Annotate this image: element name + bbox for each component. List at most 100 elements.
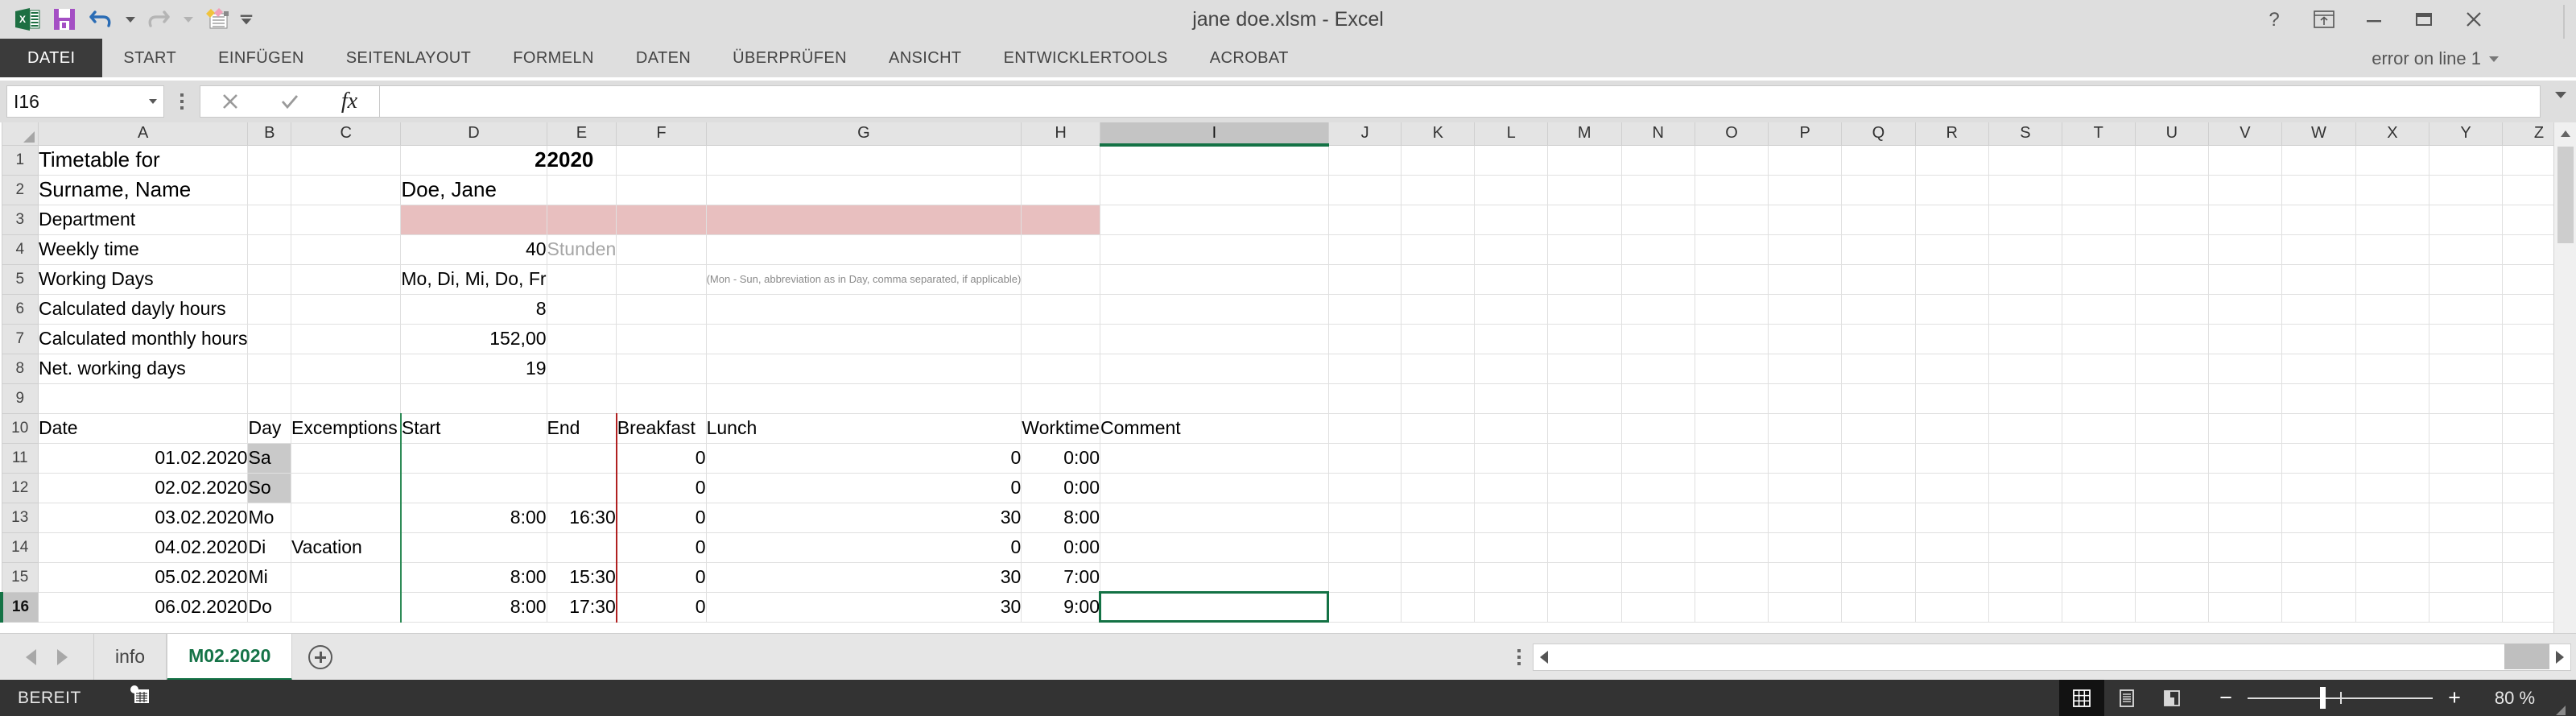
cell-u2[interactable] (2135, 175, 2209, 205)
cell-c11[interactable] (291, 443, 402, 474)
cell-t9[interactable] (2062, 383, 2136, 414)
cell-y4[interactable] (2429, 234, 2504, 265)
ribbon-tab-entwicklertools[interactable]: ENTWICKLERTOOLS (983, 39, 1189, 77)
cell-l13[interactable] (1474, 503, 1548, 533)
cell-h16[interactable]: 9:00 (1021, 592, 1100, 623)
cell-q11[interactable] (1841, 443, 1916, 474)
cell-d16[interactable]: 8:00 (399, 592, 547, 623)
cell-c6[interactable] (291, 294, 402, 325)
cell-h1[interactable] (1021, 145, 1100, 176)
cell-s9[interactable] (1988, 383, 2062, 414)
cell-u10[interactable] (2135, 413, 2209, 444)
cell-y12[interactable] (2429, 473, 2504, 503)
cell-e6[interactable] (547, 294, 617, 325)
cell-h12[interactable]: 0:00 (1021, 473, 1100, 503)
minimize-icon[interactable] (2349, 0, 2399, 39)
cell-j5[interactable] (1328, 264, 1402, 295)
cell-x8[interactable] (2355, 354, 2429, 384)
cell-m4[interactable] (1547, 234, 1622, 265)
cell-o4[interactable] (1695, 234, 1769, 265)
row-header-13[interactable]: 13 (1, 502, 39, 533)
cell-k8[interactable] (1401, 354, 1476, 384)
cell-i16[interactable] (1099, 591, 1330, 623)
cell-v2[interactable] (2208, 175, 2282, 205)
next-sheet-icon[interactable] (57, 648, 68, 665)
cell-h3[interactable] (1021, 205, 1100, 235)
cell-y9[interactable] (2429, 383, 2504, 414)
cell-g13[interactable]: 30 (706, 503, 1022, 533)
cell-q14[interactable] (1841, 532, 1916, 563)
cell-s10[interactable] (1988, 413, 2062, 444)
cell-l11[interactable] (1474, 443, 1548, 474)
cell-e8[interactable] (547, 354, 617, 384)
cell-s12[interactable] (1988, 473, 2062, 503)
cell-h15[interactable]: 7:00 (1021, 562, 1100, 593)
cell-s6[interactable] (1988, 294, 2062, 325)
cell-v5[interactable] (2208, 264, 2282, 295)
cell-d7[interactable]: 152,00 (400, 324, 547, 354)
cell-n9[interactable] (1621, 383, 1695, 414)
ribbon-tab-datei[interactable]: DATEI (0, 39, 103, 77)
cell-p2[interactable] (1768, 175, 1843, 205)
cell-b5[interactable] (247, 264, 292, 295)
cell-q7[interactable] (1841, 324, 1916, 354)
cell-g11[interactable]: 0 (706, 443, 1022, 474)
cell-g6[interactable] (706, 294, 1022, 325)
cell-r2[interactable] (1915, 175, 1989, 205)
cell-o7[interactable] (1695, 324, 1769, 354)
cell-a10[interactable]: Date (38, 413, 249, 444)
cell-r11[interactable] (1915, 443, 1989, 474)
cell-i4[interactable] (1100, 234, 1329, 265)
cell-f15[interactable]: 0 (616, 562, 707, 593)
zoom-level-label[interactable]: 80 % (2476, 688, 2553, 709)
cell-g3[interactable] (706, 205, 1022, 235)
cell-v4[interactable] (2208, 234, 2282, 265)
column-header-m[interactable]: M (1546, 122, 1622, 146)
cell-f4[interactable] (616, 234, 707, 265)
column-header-l[interactable]: L (1474, 122, 1548, 146)
column-header-h[interactable]: H (1021, 122, 1100, 146)
cell-m3[interactable] (1547, 205, 1622, 235)
cell-e2[interactable] (547, 175, 617, 205)
cell-p11[interactable] (1768, 443, 1843, 474)
cell-g15[interactable]: 30 (706, 562, 1022, 593)
cell-j4[interactable] (1328, 234, 1402, 265)
cell-n4[interactable] (1621, 234, 1695, 265)
column-header-q[interactable]: Q (1841, 122, 1916, 146)
cell-m14[interactable] (1547, 532, 1622, 563)
cell-t12[interactable] (2062, 473, 2136, 503)
cell-x14[interactable] (2355, 532, 2429, 563)
cell-k4[interactable] (1401, 234, 1476, 265)
cell-j11[interactable] (1328, 443, 1402, 474)
customize-quick-access-icon[interactable] (238, 3, 254, 35)
scroll-up-icon[interactable] (2554, 122, 2576, 145)
cell-w15[interactable] (2281, 562, 2356, 593)
cell-p1[interactable] (1768, 145, 1843, 176)
cell-t8[interactable] (2062, 354, 2136, 384)
cell-e10[interactable]: End (547, 413, 617, 444)
row-header-14[interactable]: 14 (1, 532, 39, 563)
cell-v8[interactable] (2208, 354, 2282, 384)
cell-i10[interactable]: Comment (1100, 413, 1329, 444)
cell-r8[interactable] (1915, 354, 1989, 384)
cell-n2[interactable] (1621, 175, 1695, 205)
cell-e3[interactable] (547, 205, 617, 235)
horizontal-scrollbar[interactable] (1533, 643, 2571, 671)
cell-s2[interactable] (1988, 175, 2062, 205)
cell-l10[interactable] (1474, 413, 1548, 444)
cell-n5[interactable] (1621, 264, 1695, 295)
cell-j3[interactable] (1328, 205, 1402, 235)
cell-h8[interactable] (1021, 354, 1100, 384)
cell-t5[interactable] (2062, 264, 2136, 295)
cell-s7[interactable] (1988, 324, 2062, 354)
cell-k11[interactable] (1401, 443, 1476, 474)
cell-b13[interactable]: Mo (247, 503, 292, 533)
cell-i15[interactable] (1100, 562, 1329, 593)
cell-q15[interactable] (1841, 562, 1916, 593)
cell-c2[interactable] (291, 175, 402, 205)
cell-l4[interactable] (1474, 234, 1548, 265)
cell-u1[interactable] (2135, 145, 2209, 176)
cell-k1[interactable] (1401, 145, 1476, 176)
cell-u4[interactable] (2135, 234, 2209, 265)
cell-h7[interactable] (1021, 324, 1100, 354)
